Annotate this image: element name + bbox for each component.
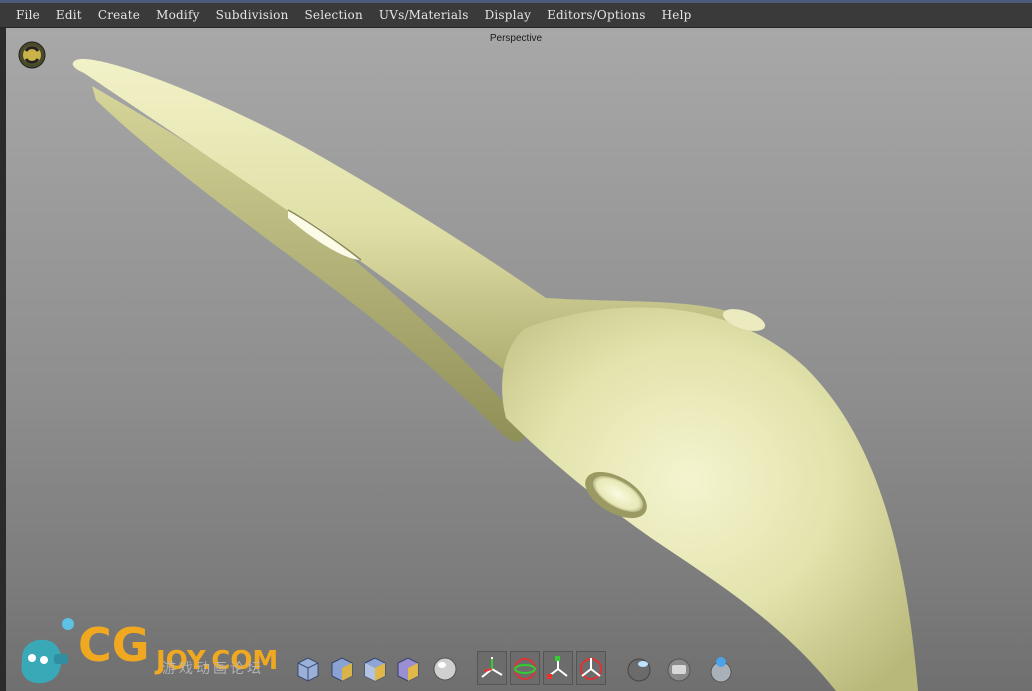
watermark-brand: CG xyxy=(78,618,150,672)
cube-shaded-icon[interactable] xyxy=(328,654,356,684)
bird-head-model xyxy=(72,59,918,691)
move-tool-icon[interactable] xyxy=(477,651,507,685)
menu-help[interactable]: Help xyxy=(654,5,700,25)
watermark-cn: 游戏动画论坛 xyxy=(162,661,264,677)
rotate-tool-icon[interactable] xyxy=(510,651,540,685)
menu-create[interactable]: Create xyxy=(90,5,148,25)
menu-uvs-materials[interactable]: UVs/Materials xyxy=(371,5,477,25)
cube-textured-icon[interactable] xyxy=(361,654,389,684)
menu-edit[interactable]: Edit xyxy=(48,5,90,25)
scale-tool-icon[interactable] xyxy=(543,651,573,685)
menu-subdivision[interactable]: Subdivision xyxy=(208,5,297,25)
cube-flat-icon[interactable] xyxy=(294,654,322,684)
view-navigation-icon[interactable] xyxy=(18,41,46,69)
universal-tool-icon[interactable] xyxy=(576,651,606,685)
robot-mascot-icon xyxy=(21,618,74,684)
sphere-light-icon[interactable] xyxy=(625,654,653,684)
menu-editors-options[interactable]: Editors/Options xyxy=(539,5,654,25)
perspective-viewport[interactable]: Perspective CG JOY.COM 游戏动画论坛 xyxy=(6,28,1032,691)
menu-display[interactable]: Display xyxy=(477,5,539,25)
menu-selection[interactable]: Selection xyxy=(297,5,371,25)
sphere-icon[interactable] xyxy=(431,654,459,684)
menu-modify[interactable]: Modify xyxy=(148,5,207,25)
viewport-label: Perspective xyxy=(489,33,543,44)
menu-bar: File Edit Create Modify Subdivision Sele… xyxy=(0,3,1032,28)
render-icon[interactable] xyxy=(707,654,735,684)
cube-lit-icon[interactable] xyxy=(394,654,422,684)
material-icon[interactable] xyxy=(665,654,693,684)
menu-file[interactable]: File xyxy=(0,5,48,25)
